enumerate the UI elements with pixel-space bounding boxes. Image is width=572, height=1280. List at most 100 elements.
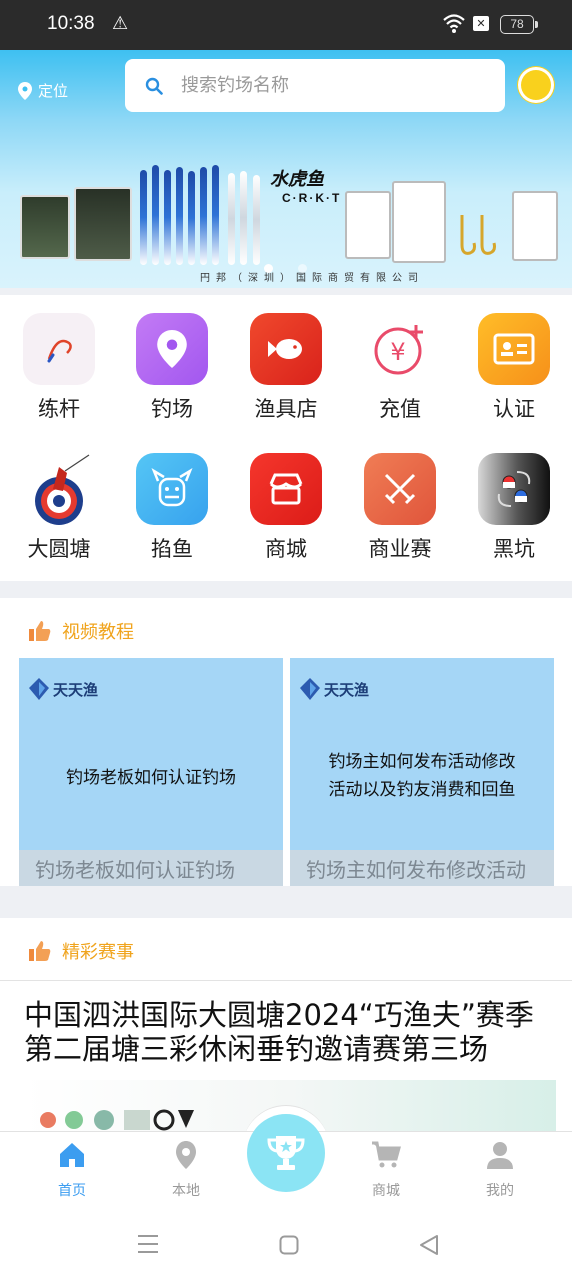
search-icon: [145, 77, 163, 95]
video-overlay-line: 钓场主如何发布活动修改: [328, 752, 516, 772]
app-logo-icon: [300, 678, 320, 700]
grid-item-label: 认证: [493, 397, 535, 421]
grid-item-black-pit[interactable]: 黑坑: [466, 453, 562, 563]
event-headline[interactable]: 中国泗洪国际大圆塘2024“巧渔夫”赛季第二届塘三彩休闲垂钓邀请赛第三场: [24, 998, 554, 1066]
video-tutorials-section: 视频教程 天天渔 钓场老板如何认证钓场 钓场老板如何认证钓场 天天渔 钓场主如何…: [0, 598, 572, 886]
fish-icon: [250, 313, 322, 385]
grid-item-big-pond[interactable]: 大圆塘: [11, 453, 107, 563]
float-product: [212, 165, 219, 265]
yen-plus-icon: ¥: [364, 313, 436, 385]
status-bar: 10:38 ⚠ ✕ 78: [0, 0, 572, 50]
tab-local[interactable]: 本地: [146, 1140, 226, 1200]
svg-text:¥: ¥: [390, 338, 405, 366]
tab-label: 首页: [58, 1183, 86, 1199]
location-label: 定位: [38, 82, 69, 100]
quick-access-grid: 练杆 钓场 渔具店 ¥ 充值 认证 大圆塘 掐鱼 商城 商业赛 黑坑: [0, 295, 572, 581]
video-overlay-text: 钓场老板如何认证钓场: [19, 764, 283, 792]
header-banner: 定位 水虎鱼 C·R·K·T 円邦（深圳: [0, 50, 572, 288]
section-title: 视频教程: [62, 622, 134, 643]
video-logo: 天天渔: [300, 678, 369, 700]
search-bar[interactable]: [125, 59, 505, 112]
float-product: [253, 175, 260, 265]
brand-sub: C·R·K·T: [282, 191, 342, 205]
id-card-icon: [478, 313, 550, 385]
product-package: [345, 191, 391, 259]
video-overlay-line: 钓场老板如何认证钓场: [66, 768, 236, 788]
page-dot-active[interactable]: [264, 264, 273, 273]
menu-icon[interactable]: [137, 1234, 159, 1254]
section-header: 视频教程: [28, 618, 134, 644]
tab-label: 本地: [172, 1183, 200, 1199]
brand-name: 水虎鱼: [270, 169, 324, 189]
tab-home[interactable]: 首页: [32, 1140, 112, 1200]
float-product: [176, 167, 183, 265]
video-logo: 天天渔: [29, 678, 98, 700]
float-product: [152, 165, 159, 265]
grid-item-practice-rod[interactable]: 练杆: [11, 313, 107, 423]
grid-item-label: 练杆: [38, 397, 80, 421]
grid-item-mall[interactable]: 商城: [238, 453, 334, 563]
product-package: [392, 181, 446, 263]
notification-x-icon: ✕: [473, 16, 489, 31]
home-square-icon[interactable]: [279, 1235, 299, 1255]
promo-banner[interactable]: 水虎鱼 C·R·K·T 円邦（深圳）国际商贸有限公司: [0, 125, 572, 288]
back-icon[interactable]: [419, 1234, 439, 1256]
search-input[interactable]: [179, 74, 483, 97]
brand-logo: 水虎鱼 C·R·K·T: [270, 165, 341, 205]
grid-item-tackle-shop[interactable]: 渔具店: [238, 313, 334, 423]
grid-item-commercial-match[interactable]: 商业赛: [352, 453, 448, 563]
float-product: [164, 170, 171, 265]
tab-mine[interactable]: 我的: [460, 1140, 540, 1200]
status-time: 10:38: [47, 13, 95, 34]
product-package: [20, 195, 70, 259]
float-product: [140, 170, 147, 265]
app-logo-icon: [29, 678, 49, 700]
grid-item-label: 充值: [379, 397, 421, 421]
center-trophy-button[interactable]: [247, 1114, 325, 1192]
location-button[interactable]: 定位: [18, 80, 68, 101]
grid-item-recharge[interactable]: ¥ 充值: [352, 313, 448, 423]
store-icon: [250, 453, 322, 525]
system-nav-bar: [0, 1211, 572, 1280]
trophy-icon: [267, 1136, 305, 1170]
float-product: [200, 167, 207, 265]
grid-item-fishing-ground[interactable]: 钓场: [124, 313, 220, 423]
product-package: [74, 187, 132, 261]
grid-item-label: 商城: [265, 537, 307, 561]
location-pin-icon: [18, 81, 32, 100]
grid-item-label: 黑坑: [493, 537, 535, 561]
video-caption: 钓场主如何发布修改活动: [290, 850, 554, 886]
product-package: [512, 191, 558, 261]
banner-company: 円邦（深圳）国际商贸有限公司: [200, 273, 424, 284]
weather-sun-icon[interactable]: [518, 67, 554, 103]
home-icon: [60, 1143, 84, 1167]
grid-item-label: 大圆塘: [27, 537, 91, 561]
grid-item-label: 渔具店: [254, 397, 318, 421]
tab-label: 我的: [486, 1183, 514, 1199]
tab-label: 商城: [372, 1183, 400, 1199]
grid-item-catch-fish[interactable]: 掐鱼: [124, 453, 220, 563]
hook-product: [460, 215, 496, 255]
pokeball-swap-icon: [478, 453, 550, 525]
tab-mall[interactable]: 商城: [346, 1140, 426, 1200]
video-card[interactable]: 天天渔 钓场主如何发布活动修改 活动以及钓友消费和回鱼 钓场主如何发布修改活动: [290, 658, 554, 886]
wifi-icon: [443, 14, 465, 33]
video-overlay-line: 活动以及钓友消费和回鱼: [328, 780, 516, 800]
grid-item-certify[interactable]: 认证: [466, 313, 562, 423]
video-overlay-text: 钓场主如何发布活动修改 活动以及钓友消费和回鱼: [290, 748, 554, 804]
video-logo-text: 天天渔: [53, 680, 99, 699]
page-dot[interactable]: [298, 264, 307, 273]
crossed-swords-icon: [364, 453, 436, 525]
video-logo-text: 天天渔: [324, 680, 370, 699]
video-card[interactable]: 天天渔 钓场老板如何认证钓场 钓场老板如何认证钓场: [19, 658, 283, 886]
grid-item-label: 商业赛: [368, 537, 432, 561]
grid-item-label: 钓场: [151, 397, 193, 421]
location-pin-icon: [176, 1141, 196, 1169]
angler-target-icon: [23, 453, 95, 525]
viking-icon: [136, 453, 208, 525]
location-pin-icon: [136, 313, 208, 385]
person-icon: [487, 1142, 513, 1169]
float-product: [240, 171, 247, 265]
float-product: [188, 171, 195, 265]
divider: [0, 980, 572, 981]
